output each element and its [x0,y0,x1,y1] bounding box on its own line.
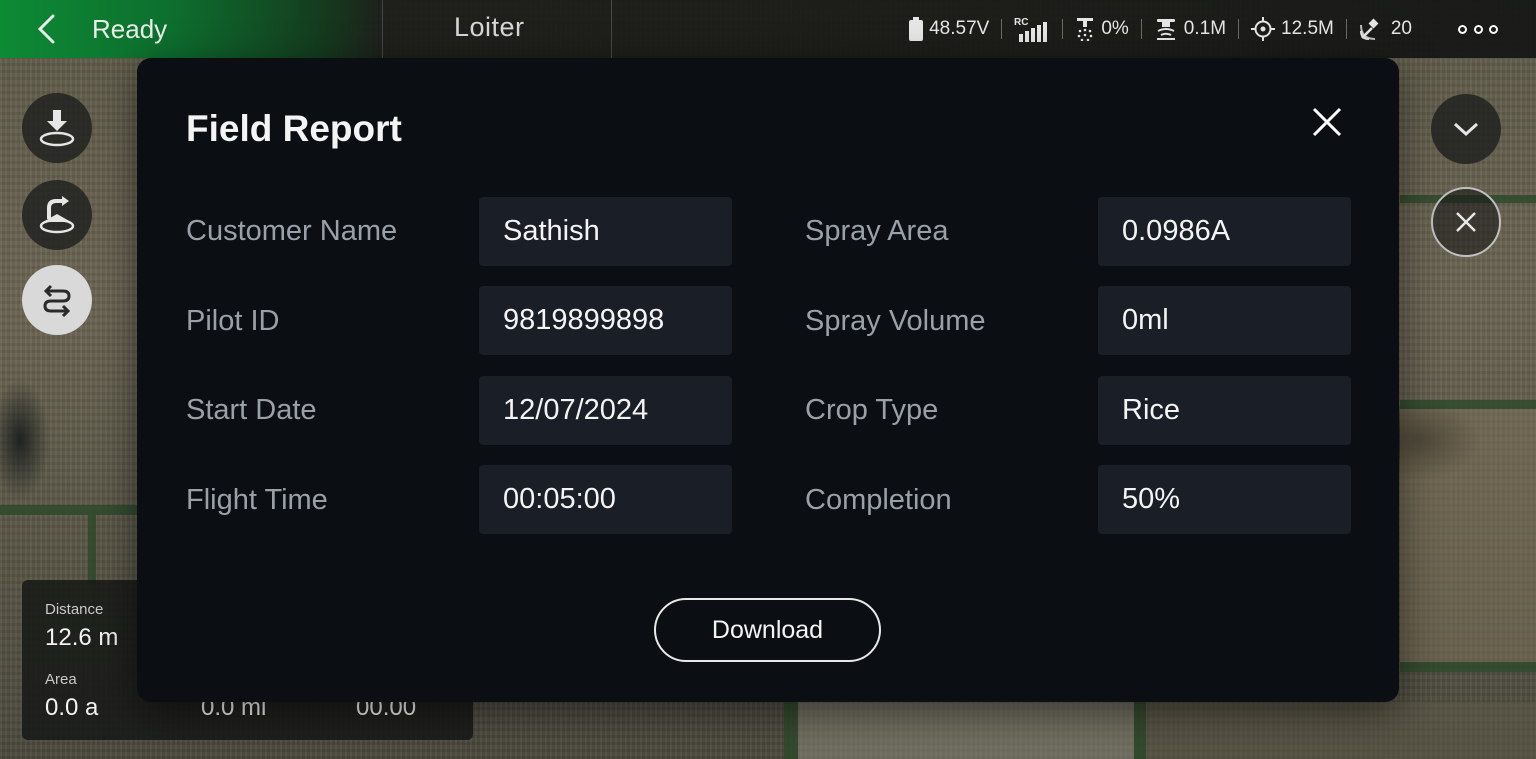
more-options-button[interactable] [1458,18,1498,40]
flight-status-text: Ready [92,13,168,44]
rc-signal-indicator[interactable]: RC [1002,16,1062,42]
flight-status-segment: Ready [0,0,382,58]
flight-time-value: 00:05:00 [479,465,732,534]
dialog-title: Field Report [186,108,402,149]
sprayer-icon [1077,18,1094,41]
crop-type-value: Rice [1098,376,1351,445]
crosshair-icon [1251,17,1276,41]
distance-value: 12.5M [1281,18,1334,39]
field-patch [1400,409,1536,662]
completion-value: 50% [1098,465,1351,534]
customer-name-value: Sathish [479,197,732,266]
close-dialog-button[interactable] [1307,102,1347,142]
spray-percent: 0% [1101,18,1129,39]
divider [382,0,383,58]
satellite-icon [1359,18,1379,40]
route-icon [43,284,71,317]
spray-area-value: 0.0986A [1098,197,1351,266]
land-button[interactable] [22,93,92,163]
pilot-id-label: Pilot ID [186,305,280,337]
crop-type-label: Crop Type [805,394,939,426]
collapse-button[interactable] [1431,94,1501,164]
radar-drone-icon [1156,19,1175,40]
field-boundary [784,702,798,759]
telemetry-group: 48.57V RC 0% 0.1M 12.5M 20 [897,0,1424,58]
pilot-id-value: 9819899898 [479,286,732,355]
area-label: Area [45,671,77,688]
chevron-left-icon [37,14,55,44]
flight-mode-text[interactable]: Loiter [454,12,525,43]
distance-indicator[interactable]: 12.5M [1239,17,1346,41]
chevron-down-icon [1453,122,1479,137]
satellite-count: 20 [1390,18,1412,39]
spray-area-label: Spray Area [805,215,949,247]
route-button[interactable] [22,265,92,335]
radar-height: 0.1M [1183,18,1227,39]
radar-height-indicator[interactable]: 0.1M [1142,17,1238,41]
rc-signal-icon: RC [1014,17,1048,42]
dot-icon [1489,24,1498,34]
battery-voltage: 48.57V [929,18,990,39]
field-boundary [88,515,96,585]
close-icon [1312,107,1342,137]
dot-icon [1458,24,1467,34]
area-value: 0.0 a [45,694,99,721]
satellite-indicator[interactable]: 20 [1347,17,1424,41]
spray-volume-label: Spray Volume [805,305,986,337]
start-date-label: Start Date [186,394,317,426]
divider [611,0,612,58]
return-home-button[interactable] [22,180,92,250]
download-button[interactable]: Download [654,598,881,662]
back-button[interactable] [0,0,92,58]
cancel-mission-button[interactable] [1431,187,1501,257]
landing-icon [39,110,75,147]
distance-value: 12.6 m [45,624,119,651]
battery-indicator[interactable]: 48.57V [897,17,1001,41]
spray-indicator[interactable]: 0% [1063,17,1140,41]
return-home-icon [39,196,75,234]
svg-text:RC: RC [1014,17,1028,28]
field-boundary [0,505,140,515]
customer-name-label: Customer Name [186,215,398,247]
field-report-dialog: Field Report Customer Name Sathish Pilot… [137,58,1399,702]
flight-time-label: Flight Time [186,484,328,516]
top-status-bar: Ready Loiter 48.57V RC 0% 0.1M 12.5M 20 [0,0,1536,58]
start-date-value: 12/07/2024 [479,376,732,445]
distance-label: Distance [45,601,104,618]
field-patch [798,702,1134,759]
dot-icon [1473,24,1483,34]
field-patch [1146,702,1536,759]
field-boundary [1134,702,1146,759]
battery-icon [909,17,924,41]
field-boundary [1400,400,1536,409]
field-boundary [1400,662,1536,672]
close-icon [1456,212,1476,232]
completion-label: Completion [805,484,952,516]
spray-volume-value: 0ml [1098,286,1351,355]
